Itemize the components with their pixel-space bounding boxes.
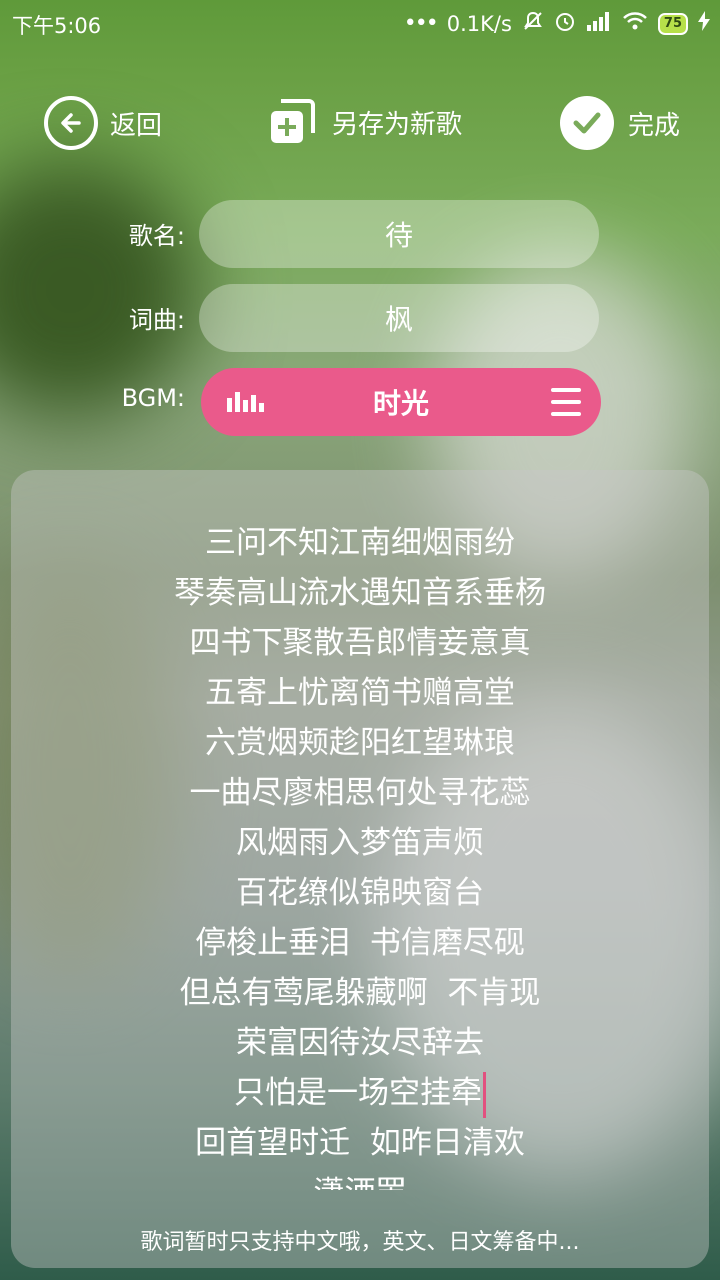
menu-icon[interactable] [551,388,581,416]
add-copy-icon [266,96,318,148]
lyric-line: 五寄上忧离简书赠高堂 [205,675,515,711]
text-cursor [483,1071,486,1118]
lyricist-row: 词曲: 枫 [0,284,720,352]
bgm-label: BGM: [121,384,185,412]
bgm-row: BGM: 时光 [0,368,720,436]
signal-icon [586,11,612,36]
back-button[interactable]: 返回 [44,96,162,150]
lyrics-editor[interactable]: 三问不知江南细烟雨纷 琴奏高山流水遇知音系垂杨 四书下聚散吾郎情妾意真 五寄上忧… [11,470,709,1268]
mute-icon [522,10,544,37]
back-arrow-icon [44,96,98,150]
lyric-line: 六赏烟颊趁阳红望琳琅 [205,725,515,761]
lyric-line: 百花缭似锦映窗台 [236,875,484,911]
lyric-line: 停梭止垂泪 书信磨尽砚 [195,925,525,961]
save-as-label: 另存为新歌 [332,109,463,140]
song-name-label: 歌名: [128,222,185,250]
save-as-new-song-button[interactable]: 另存为新歌 [266,96,462,148]
lyric-line: 琴奏高山流水遇知音系垂杨 [174,575,546,611]
wifi-icon [622,11,648,36]
song-name-row: 歌名: 待 [0,200,720,268]
song-name-input[interactable]: 待 [199,200,599,268]
bgm-value: 时光 [372,387,429,420]
back-label: 返回 [110,110,163,141]
lyric-line: 四书下聚散吾郎情妾意真 [189,625,531,661]
status-icons: ••• 0.1K/s 75 [404,10,710,37]
language-hint: 歌词暂时只支持中文哦，英文、日文筹备中... [140,1230,580,1255]
lyric-line: 一曲尽廖相思何处寻花蕊 [189,775,531,811]
status-bar: 下午5:06 ••• 0.1K/s 75 [0,0,720,48]
lyric-editor-screen: 下午5:06 ••• 0.1K/s 75 返回 另存为新歌 完成 歌名: 待 词… [0,0,720,1280]
lyric-line-text: 只怕是一场空挂牵 [234,1075,482,1111]
lyric-line: 风烟雨入梦笛声烦 [236,825,484,861]
status-time: 下午5:06 [12,14,102,38]
alarm-icon [554,10,576,37]
charging-icon [698,11,710,36]
lyricist-input[interactable]: 枫 [199,284,599,352]
lyrics-text-area[interactable]: 三问不知江南细烟雨纷 琴奏高山流水遇知音系垂杨 四书下聚散吾郎情妾意真 五寄上忧… [11,518,709,1190]
lyricist-label: 词曲: [128,306,185,334]
net-speed: 0.1K/s [446,11,512,36]
lyric-line: 三问不知江南细烟雨纷 [205,525,515,561]
bgm-selector[interactable]: 时光 [201,368,601,436]
battery-indicator: 75 [657,12,688,35]
done-label: 完成 [628,110,681,141]
lyric-line-with-cursor: 只怕是一场空挂牵 [11,1068,709,1118]
lyric-line: 但总有莺尾躲藏啊 不肯现 [179,975,541,1011]
equalizer-icon [227,392,264,412]
lyric-line: 潇洒罢 [11,1168,709,1190]
action-bar: 返回 另存为新歌 完成 [0,92,720,156]
lyric-line: 回首望时迁 如昨日清欢 [195,1125,525,1161]
more-dots-icon: ••• [403,11,439,36]
check-icon [560,96,614,150]
done-button[interactable]: 完成 [560,96,680,150]
lyric-line: 荣富因待汝尽辞去 [236,1025,484,1061]
